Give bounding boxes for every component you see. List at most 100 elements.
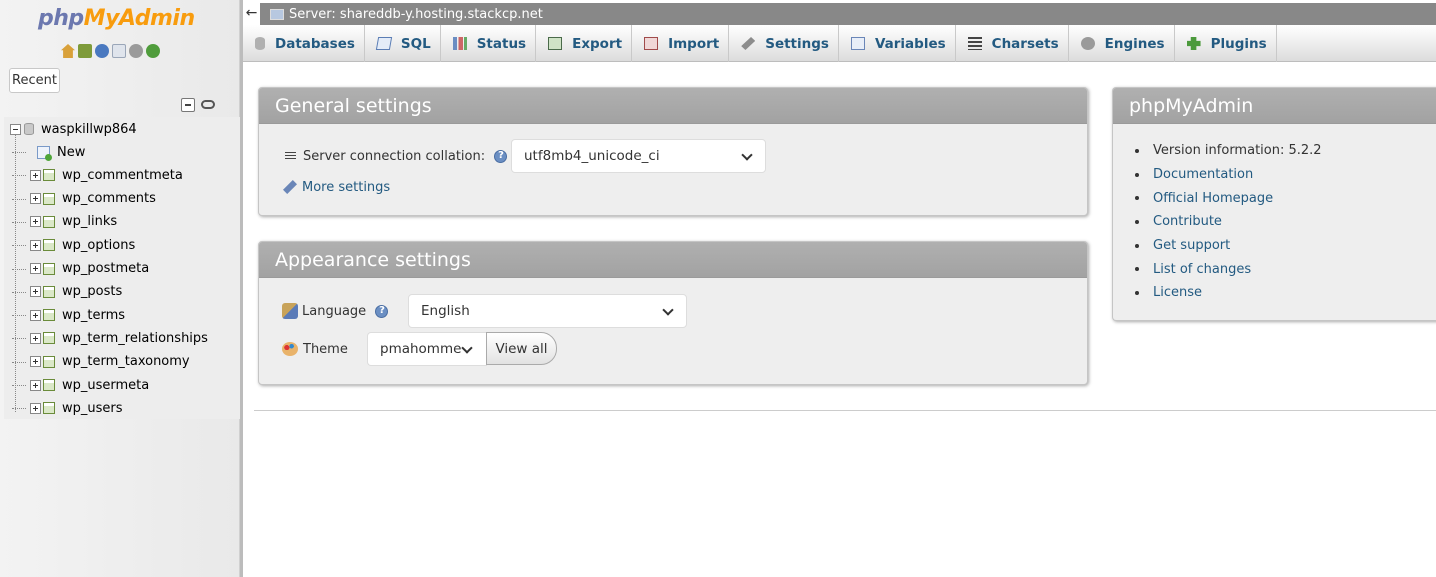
tab-settings[interactable]: Settings: [729, 25, 839, 62]
help-icon[interactable]: [494, 149, 508, 163]
tree-connector: [12, 408, 26, 410]
info-link-contribute[interactable]: Contribute: [1153, 214, 1222, 229]
expand-icon[interactable]: [30, 309, 41, 321]
top-menu: Databases SQL Status Export Import Settings Va…: [243, 25, 1436, 62]
server-breadcrumb[interactable]: Server: shareddb-y.hosting.stackcp.net: [289, 7, 543, 22]
expand-icon[interactable]: [30, 332, 41, 344]
tab-label: Charsets: [991, 35, 1059, 52]
tree-item-label[interactable]: wp_posts: [62, 284, 122, 299]
variables-icon: [850, 37, 865, 50]
new-table-icon: [37, 145, 52, 161]
expand-icon[interactable]: [30, 169, 41, 181]
expand-icon[interactable]: [30, 286, 41, 298]
collation-select[interactable]: utf8mb4_unicode_ci: [511, 139, 766, 173]
list-icon: [285, 151, 296, 161]
tree-connector: [12, 221, 26, 223]
table-icon: [43, 402, 55, 415]
tree-item-label[interactable]: wp_terms: [62, 308, 125, 323]
help-icon[interactable]: [375, 304, 389, 318]
tree-item-table[interactable]: wp_options: [30, 236, 135, 254]
tree-item-label[interactable]: wp_comments: [62, 191, 156, 206]
tree-item-label[interactable]: wp_users: [62, 401, 123, 416]
navigation-panel: phpMyAdmin Recent waspkillwp864 New wp_co…: [0, 0, 240, 577]
more-settings-link[interactable]: More settings: [302, 180, 390, 195]
back-arrow-icon[interactable]: ←: [243, 3, 261, 25]
tree-connector: [12, 268, 26, 270]
docs-icon[interactable]: [112, 44, 126, 58]
home-icon[interactable]: [61, 44, 75, 58]
panel-title: Appearance settings: [259, 242, 1087, 278]
collapse-all-icon[interactable]: [181, 98, 195, 112]
tree-item-new[interactable]: New: [37, 143, 85, 161]
database-icon: [24, 123, 34, 135]
tree-item-table[interactable]: wp_comments: [30, 190, 156, 208]
nav-resizer[interactable]: [240, 0, 243, 577]
tree-connector: [12, 385, 26, 386]
expand-icon[interactable]: [30, 263, 41, 274]
tree-item-label[interactable]: wp_links: [62, 214, 117, 229]
view-all-themes-button[interactable]: View all: [486, 332, 557, 365]
tab-charsets[interactable]: Charsets: [956, 25, 1069, 62]
tab-engines[interactable]: Engines: [1069, 25, 1175, 62]
tree-database-node[interactable]: waspkillwp864: [10, 120, 137, 138]
tree-item-label[interactable]: wp_usermeta: [62, 378, 149, 393]
link-with-main-panel-icon[interactable]: [201, 100, 215, 109]
panel-title: phpMyAdmin: [1113, 88, 1436, 124]
tree-item-table[interactable]: wp_term_taxonomy: [30, 353, 190, 371]
tree-item-label[interactable]: wp_term_relationships: [62, 331, 208, 346]
tab-sql[interactable]: SQL: [365, 25, 441, 62]
reload-icon[interactable]: [146, 44, 160, 58]
theme-icon: [282, 342, 298, 356]
tab-export[interactable]: Export: [536, 25, 633, 62]
expand-icon[interactable]: [30, 193, 41, 205]
tab-status[interactable]: Status: [441, 25, 537, 62]
tree-item-table[interactable]: wp_usermeta: [30, 376, 149, 394]
tree-connector: [12, 198, 26, 200]
collation-row: Server connection collation:: [285, 147, 508, 165]
tab-databases[interactable]: Databases: [243, 25, 365, 62]
tab-plugins[interactable]: Plugins: [1175, 25, 1277, 62]
language-value: English: [421, 303, 470, 319]
help-icon[interactable]: [95, 44, 109, 58]
tree-item-table[interactable]: wp_posts: [30, 283, 122, 301]
tree-item-label[interactable]: wp_term_taxonomy: [62, 354, 190, 369]
tree-item-table[interactable]: wp_users: [30, 399, 123, 417]
collapse-icon[interactable]: [10, 123, 21, 135]
chevron-down-icon: [461, 342, 473, 354]
tree-item-table[interactable]: wp_terms: [30, 306, 125, 324]
tree-item-label[interactable]: wp_options: [62, 238, 135, 253]
tab-import[interactable]: Import: [632, 25, 730, 62]
info-link-official-homepage[interactable]: Official Homepage: [1153, 191, 1273, 206]
tab-label: Settings: [765, 35, 829, 52]
tree-item-table[interactable]: wp_postmeta: [30, 260, 149, 278]
info-link-list-of-changes[interactable]: List of changes: [1153, 262, 1251, 277]
expand-icon[interactable]: [30, 379, 41, 391]
tree-item-table[interactable]: wp_commentmeta: [30, 166, 183, 184]
expand-icon[interactable]: [30, 239, 41, 251]
table-icon: [43, 332, 55, 345]
tab-label: Status: [476, 35, 527, 52]
tab-label: Variables: [874, 35, 946, 52]
tree-item-label[interactable]: wp_commentmeta: [62, 168, 183, 183]
database-name[interactable]: waspkillwp864: [41, 122, 137, 137]
tab-variables[interactable]: Variables: [839, 25, 956, 62]
logout-icon[interactable]: [78, 44, 92, 58]
tree-item-label[interactable]: New: [57, 145, 85, 160]
theme-select[interactable]: pmahomme: [367, 332, 487, 366]
expand-icon[interactable]: [30, 356, 41, 368]
info-link-documentation[interactable]: Documentation: [1153, 167, 1253, 182]
divider: [254, 410, 1436, 411]
settings-icon[interactable]: [129, 44, 143, 58]
phpmyadmin-logo[interactable]: phpMyAdmin: [38, 6, 195, 31]
tree-item-label[interactable]: wp_postmeta: [62, 261, 149, 276]
info-link-get-support[interactable]: Get support: [1153, 238, 1230, 253]
expand-icon[interactable]: [30, 402, 41, 414]
tree-item-table[interactable]: wp_term_relationships: [30, 329, 208, 347]
info-link-license[interactable]: License: [1153, 285, 1202, 300]
tree-item-table[interactable]: wp_links: [30, 213, 117, 231]
more-settings-row[interactable]: More settings: [283, 178, 390, 196]
expand-icon[interactable]: [30, 216, 41, 228]
language-select[interactable]: English: [408, 294, 687, 328]
info-list-item: License: [1135, 281, 1322, 305]
recent-button[interactable]: Recent: [9, 68, 60, 93]
